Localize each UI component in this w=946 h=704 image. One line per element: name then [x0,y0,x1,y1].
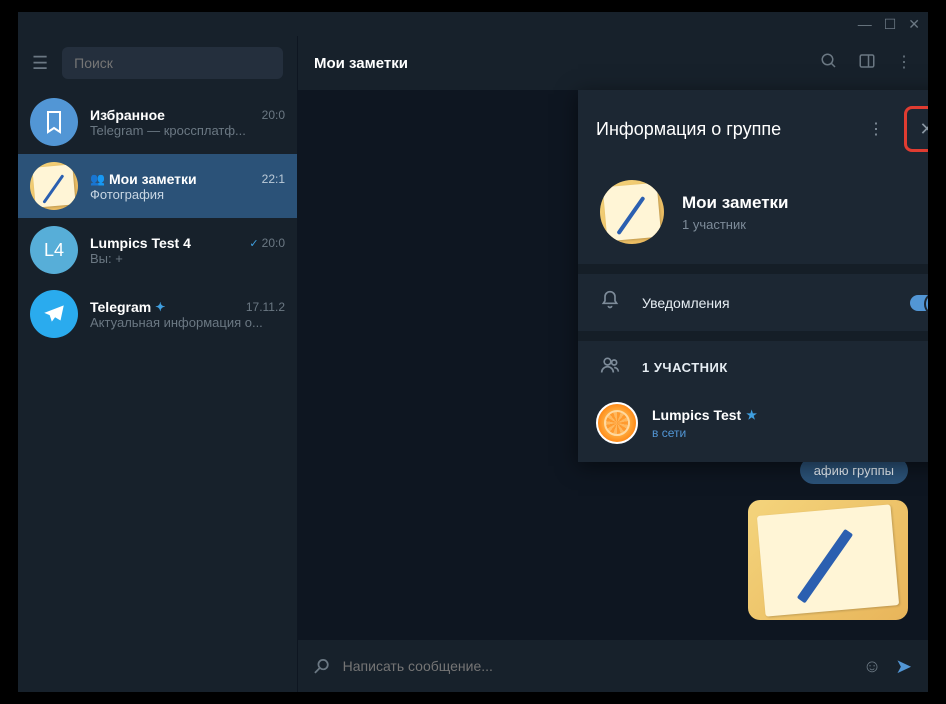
message-input-bar: ⚲ ☺ ➤ [298,640,928,692]
chat-item-notes[interactable]: 👥Мои заметки 22:1 Фотография [18,154,297,218]
search-icon[interactable] [820,52,838,75]
sidebar-header: ☰ [18,36,297,90]
chat-info: Избранное 20:0 Telegram — кроссплатф... [90,107,285,138]
chat-item-lumpics[interactable]: L4 Lumpics Test 4 ✓20:0 Вы: + [18,218,297,282]
sidepanel-icon[interactable] [858,52,876,75]
notes-avatar [30,162,78,210]
chat-header-actions: ⋮ [820,52,912,75]
emoji-icon[interactable]: ☺ [863,656,881,677]
verified-icon: ✦ [155,300,165,314]
chat-list: Избранное 20:0 Telegram — кроссплатф... … [18,90,297,692]
members-icon [600,355,620,380]
modal-header: Информация о группе ⋮ ✕ 2 [578,90,928,168]
read-check-icon: ✓ [249,238,258,250]
avatar: L4 [30,226,78,274]
message-photo[interactable] [748,500,908,620]
notifications-label: Уведомления [642,295,888,311]
chat-name: 👥Мои заметки [90,171,197,187]
modal-group-summary[interactable]: Мои заметки 1 участник [578,168,928,264]
add-member-icon[interactable] [926,355,928,380]
chat-preview: Актуальная информация о... [90,315,285,330]
bookmark-icon [30,98,78,146]
chat-title[interactable]: Мои заметки [314,55,408,72]
notifications-toggle[interactable] [910,295,928,311]
modal-more-icon[interactable]: ⋮ [860,115,892,143]
chat-preview: Фотография [90,187,285,202]
chat-time: 22:1 [262,172,285,186]
app-window: — ☐ ✕ ☰ Избранное 20:0 [18,12,928,692]
chat-info: 👥Мои заметки 22:1 Фотография [90,171,285,202]
members-header: 1 УЧАСТНИК [578,341,928,394]
main-layout: ☰ Избранное 20:0 Telegram — кроссплатф..… [18,36,928,692]
member-avatar [596,402,638,444]
chat-name: Lumpics Test 4 [90,235,191,251]
group-text: Мои заметки 1 участник [682,193,789,232]
minimize-button[interactable]: — [858,16,872,32]
chat-time: 17.11.2 [246,300,285,314]
chat-info: Telegram ✦ 17.11.2 Актуальная информация… [90,299,285,330]
group-name: Мои заметки [682,193,789,213]
notifications-row[interactable]: Уведомления [578,274,928,331]
chat-header: Мои заметки ⋮ [298,36,928,90]
sidebar: ☰ Избранное 20:0 Telegram — кроссплатф..… [18,36,298,692]
modal-title: Информация о группе [596,119,848,140]
titlebar: — ☐ ✕ [18,12,928,36]
send-icon[interactable]: ➤ [895,654,912,679]
members-count: 1 УЧАСТНИК [642,360,904,375]
group-icon: 👥 [90,172,105,186]
chat-area: Мои заметки ⋮ «Группа» ipics Test 2 ы на… [298,36,928,692]
chat-preview: Вы: + [90,251,285,266]
close-window-button[interactable]: ✕ [908,16,920,33]
close-icon: ✕ [919,119,928,140]
chat-info: Lumpics Test 4 ✓20:0 Вы: + [90,235,285,266]
member-info: Lumpics Test ★ в сети [652,407,757,440]
member-status: в сети [652,426,757,440]
maximize-button[interactable]: ☐ [884,16,897,33]
chat-item-saved[interactable]: Избранное 20:0 Telegram — кроссплатф... [18,90,297,154]
bell-icon [600,290,620,315]
member-name: Lumpics Test ★ [652,407,757,423]
star-icon: ★ [746,408,757,422]
chat-name: Telegram ✦ [90,299,165,315]
member-row[interactable]: Lumpics Test ★ в сети [578,394,928,462]
close-modal-button[interactable]: ✕ 2 [904,106,928,152]
chat-preview: Telegram — кроссплатф... [90,123,285,138]
attach-icon[interactable]: ⚲ [307,652,335,680]
telegram-icon [30,290,78,338]
message-input[interactable] [343,658,849,674]
group-subtitle: 1 участник [682,217,789,232]
separator [578,331,928,341]
menu-icon[interactable]: ☰ [32,53,48,74]
chat-time: ✓20:0 [249,236,285,250]
chat-time: 20:0 [262,108,285,122]
group-info-modal: Информация о группе ⋮ ✕ 2 Мои заметки 1 … [578,90,928,462]
chat-item-telegram[interactable]: Telegram ✦ 17.11.2 Актуальная информация… [18,282,297,346]
more-icon[interactable]: ⋮ [896,52,912,75]
separator [578,264,928,274]
group-avatar[interactable] [600,180,664,244]
search-input[interactable] [62,47,283,79]
chat-name: Избранное [90,107,165,123]
